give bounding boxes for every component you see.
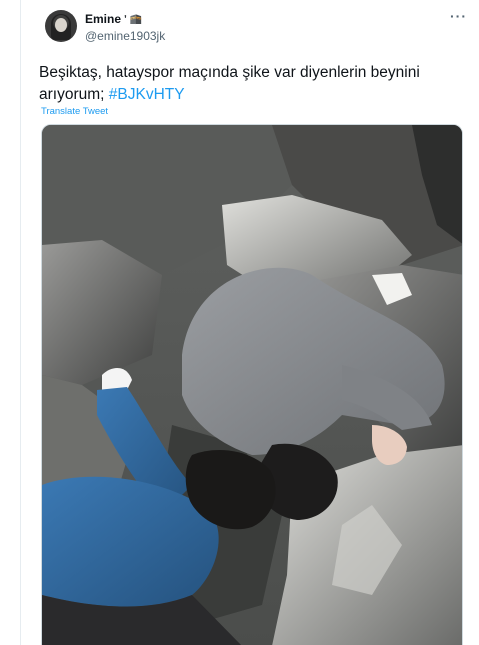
hashtag-link[interactable]: #BJKvHTY [109,86,185,103]
display-name-suffix: ʼ 🕋 [124,13,143,25]
display-name-text: Emine [85,12,122,26]
tweet-body: Beşiktaş, hatayspor maçında şike var diy… [39,64,420,103]
avatar-face [55,18,67,32]
photo-illustration [42,125,462,645]
translate-tweet-link[interactable]: Translate Tweet [41,106,108,117]
display-name[interactable]: Emine ʼ 🕋 [85,12,142,26]
tweet-photo[interactable] [41,124,463,645]
tweet-card[interactable]: Emine ʼ 🕋 @emine1903jk ··· Beşiktaş, hata… [20,0,479,645]
user-avatar[interactable] [45,10,77,42]
tweet-text: Beşiktaş, hatayspor maçında şike var diy… [39,62,459,106]
user-handle[interactable]: @emine1903jk [85,29,165,43]
more-options-icon[interactable]: ··· [450,9,467,23]
